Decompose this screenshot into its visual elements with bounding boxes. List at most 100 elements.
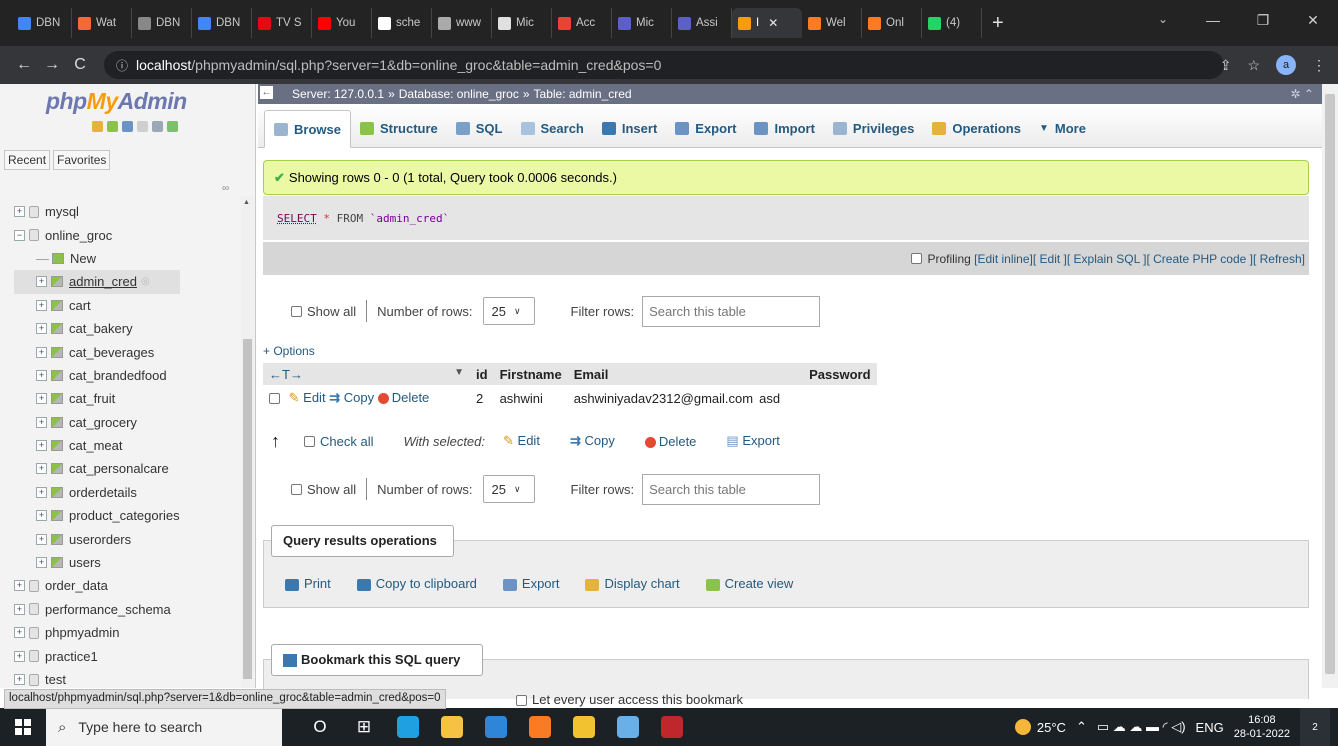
taskbar-app-chrome[interactable]	[562, 708, 606, 746]
tree-table-item[interactable]: + users	[14, 551, 180, 574]
tree-table-item[interactable]: + cat_brandedfood	[14, 364, 180, 387]
reload-icon[interactable]: C	[66, 56, 94, 74]
expand-icon[interactable]: +	[14, 674, 25, 685]
expand-icon[interactable]: +	[36, 369, 47, 381]
hide-eye-icon[interactable]: ◎	[141, 276, 150, 287]
browser-tab[interactable]: Mic	[612, 8, 672, 38]
tab-search-chevron-icon[interactable]: ⌄	[1158, 12, 1168, 26]
tree-table-item[interactable]: + cat_personalcare	[14, 457, 180, 480]
close-window-icon[interactable]: ✕	[1288, 12, 1338, 29]
tab-search[interactable]: Search	[512, 109, 593, 147]
tree-table-item[interactable]: + cat_meat	[14, 434, 180, 457]
export-link[interactable]: Export	[502, 576, 559, 591]
taskbar-app-file-explorer[interactable]	[430, 708, 474, 746]
windows-start-button[interactable]	[0, 708, 46, 746]
minimize-icon[interactable]: —	[1188, 12, 1238, 28]
tree-table-item[interactable]: + orderdetails	[14, 481, 180, 504]
expand-icon[interactable]: +	[14, 580, 25, 592]
docs-icon[interactable]	[137, 121, 148, 132]
restore-icon[interactable]: ❐	[1238, 12, 1288, 29]
tray-overflow-icon[interactable]: ⌃	[1076, 719, 1087, 735]
tree-database-item[interactable]: + phpmyadmin	[14, 621, 180, 644]
tree-table-item[interactable]: + product_categories	[14, 504, 180, 527]
settings-collapse-icons[interactable]: ✲ ⌃	[1291, 87, 1314, 101]
options-link[interactable]: + Options	[263, 344, 315, 358]
create-view-link[interactable]: Create view	[705, 576, 793, 591]
link-with-main-icon[interactable]: ∞	[222, 183, 229, 194]
row-checkbox[interactable]	[269, 393, 280, 405]
explain-sql-link[interactable]: [ Explain SQL ]	[1067, 252, 1147, 266]
taskbar-app-mail[interactable]	[474, 708, 518, 746]
tree-table-item[interactable]: + userorders	[14, 527, 180, 550]
expand-icon[interactable]: −	[14, 229, 25, 241]
expand-icon[interactable]: +	[36, 486, 47, 498]
rows-per-page-select-bottom[interactable]: 25 ∨	[482, 475, 535, 503]
collapse-icon[interactable]: ←	[260, 86, 273, 99]
tab-import[interactable]: Import	[745, 109, 823, 147]
show-all-checkbox[interactable]	[291, 305, 302, 317]
tab-sql[interactable]: SQL	[447, 109, 512, 147]
tree-database-item[interactable]: + test	[14, 668, 180, 691]
browser-tab[interactable]: DBN	[192, 8, 252, 38]
tree-database-item[interactable]: + performance_schema	[14, 598, 180, 621]
weather-widget[interactable]: 25°C	[1014, 719, 1066, 735]
browser-tab[interactable]: sche	[372, 8, 432, 38]
cell-password[interactable]: asd	[759, 385, 876, 411]
tab-export[interactable]: Export	[666, 109, 745, 147]
tree-table-item[interactable]: + cat_beverages	[14, 340, 180, 363]
cell-email[interactable]: ashwiniyadav2312@gmail.com	[568, 385, 759, 411]
browser-tab[interactable]: (4)	[922, 8, 982, 38]
browser-tab[interactable]: DBN	[12, 8, 72, 38]
browser-tab[interactable]: Assi	[672, 8, 732, 38]
column-header-firstname[interactable]: Firstname	[493, 363, 568, 385]
profile-avatar[interactable]: a	[1276, 55, 1296, 75]
rows-per-page-select[interactable]: 25 ∨	[482, 297, 535, 325]
main-scrollbar[interactable]	[1322, 84, 1338, 688]
favorites-button[interactable]: Favorites	[53, 150, 111, 170]
tab-insert[interactable]: Insert	[593, 109, 666, 147]
tree-table-item[interactable]: + cart	[14, 294, 180, 317]
browser-tab[interactable]: Wel	[802, 8, 862, 38]
expand-icon[interactable]: +	[36, 276, 47, 288]
nav-scrollbar[interactable]: ▲	[241, 196, 254, 688]
tree-database-item[interactable]: + practice1	[14, 644, 180, 667]
notification-center-icon[interactable]: 2	[1300, 708, 1330, 746]
tray-icons[interactable]: ▭ ☁ ☁ ▬ ◜ ◁)	[1097, 719, 1186, 735]
expand-icon[interactable]: +	[36, 463, 47, 475]
tree-table-item[interactable]: + admin_cred ◎	[14, 270, 180, 294]
row-delete-link[interactable]: Delete	[392, 390, 430, 405]
tree-database-item[interactable]: + order_data	[14, 574, 180, 597]
browser-tab[interactable]: www	[432, 8, 492, 38]
help-icon[interactable]	[122, 121, 133, 132]
breadcrumb-server[interactable]: Server: 127.0.0.1	[292, 87, 384, 101]
tree-table-item[interactable]: + cat_fruit	[14, 387, 180, 410]
back-icon[interactable]: ←	[10, 56, 38, 74]
filter-rows-input-bottom[interactable]: Search this table	[642, 473, 821, 505]
forward-icon[interactable]: →	[38, 56, 66, 74]
expand-icon[interactable]: +	[36, 299, 47, 311]
bulk-edit-button[interactable]: ✎ Edit	[503, 433, 540, 449]
expand-icon[interactable]: +	[14, 206, 25, 218]
column-header-id[interactable]: id	[470, 363, 494, 385]
tree-database-item[interactable]: − online_groc	[14, 223, 180, 246]
taskbar-app-mcafee[interactable]	[650, 708, 694, 746]
browser-tab[interactable]: TV S	[252, 8, 312, 38]
expand-icon[interactable]: +	[36, 510, 47, 522]
browser-tab[interactable]: DBN	[132, 8, 192, 38]
expand-icon[interactable]: +	[36, 440, 47, 452]
column-header-email[interactable]: Email	[567, 363, 760, 385]
taskbar-app-xampp[interactable]	[518, 708, 562, 746]
clock[interactable]: 16:08 28-01-2022	[1234, 713, 1290, 741]
bulk-delete-button[interactable]: Delete	[644, 434, 696, 449]
tab-operations[interactable]: Operations	[923, 109, 1030, 147]
row-edit-link[interactable]: Edit	[303, 390, 325, 405]
taskbar-app-edge[interactable]	[386, 708, 430, 746]
browser-tab[interactable]: Wat	[72, 8, 132, 38]
display-chart-link[interactable]: Display chart	[585, 576, 680, 591]
reload-nav-icon[interactable]	[167, 121, 178, 132]
filter-rows-input[interactable]: Search this table	[642, 295, 821, 327]
sort-arrows-header[interactable]: ←T→ ▼	[263, 363, 470, 385]
expand-icon[interactable]: +	[36, 393, 47, 405]
expand-icon[interactable]: +	[36, 323, 47, 335]
breadcrumb-table[interactable]: Table: admin_cred	[534, 87, 632, 101]
